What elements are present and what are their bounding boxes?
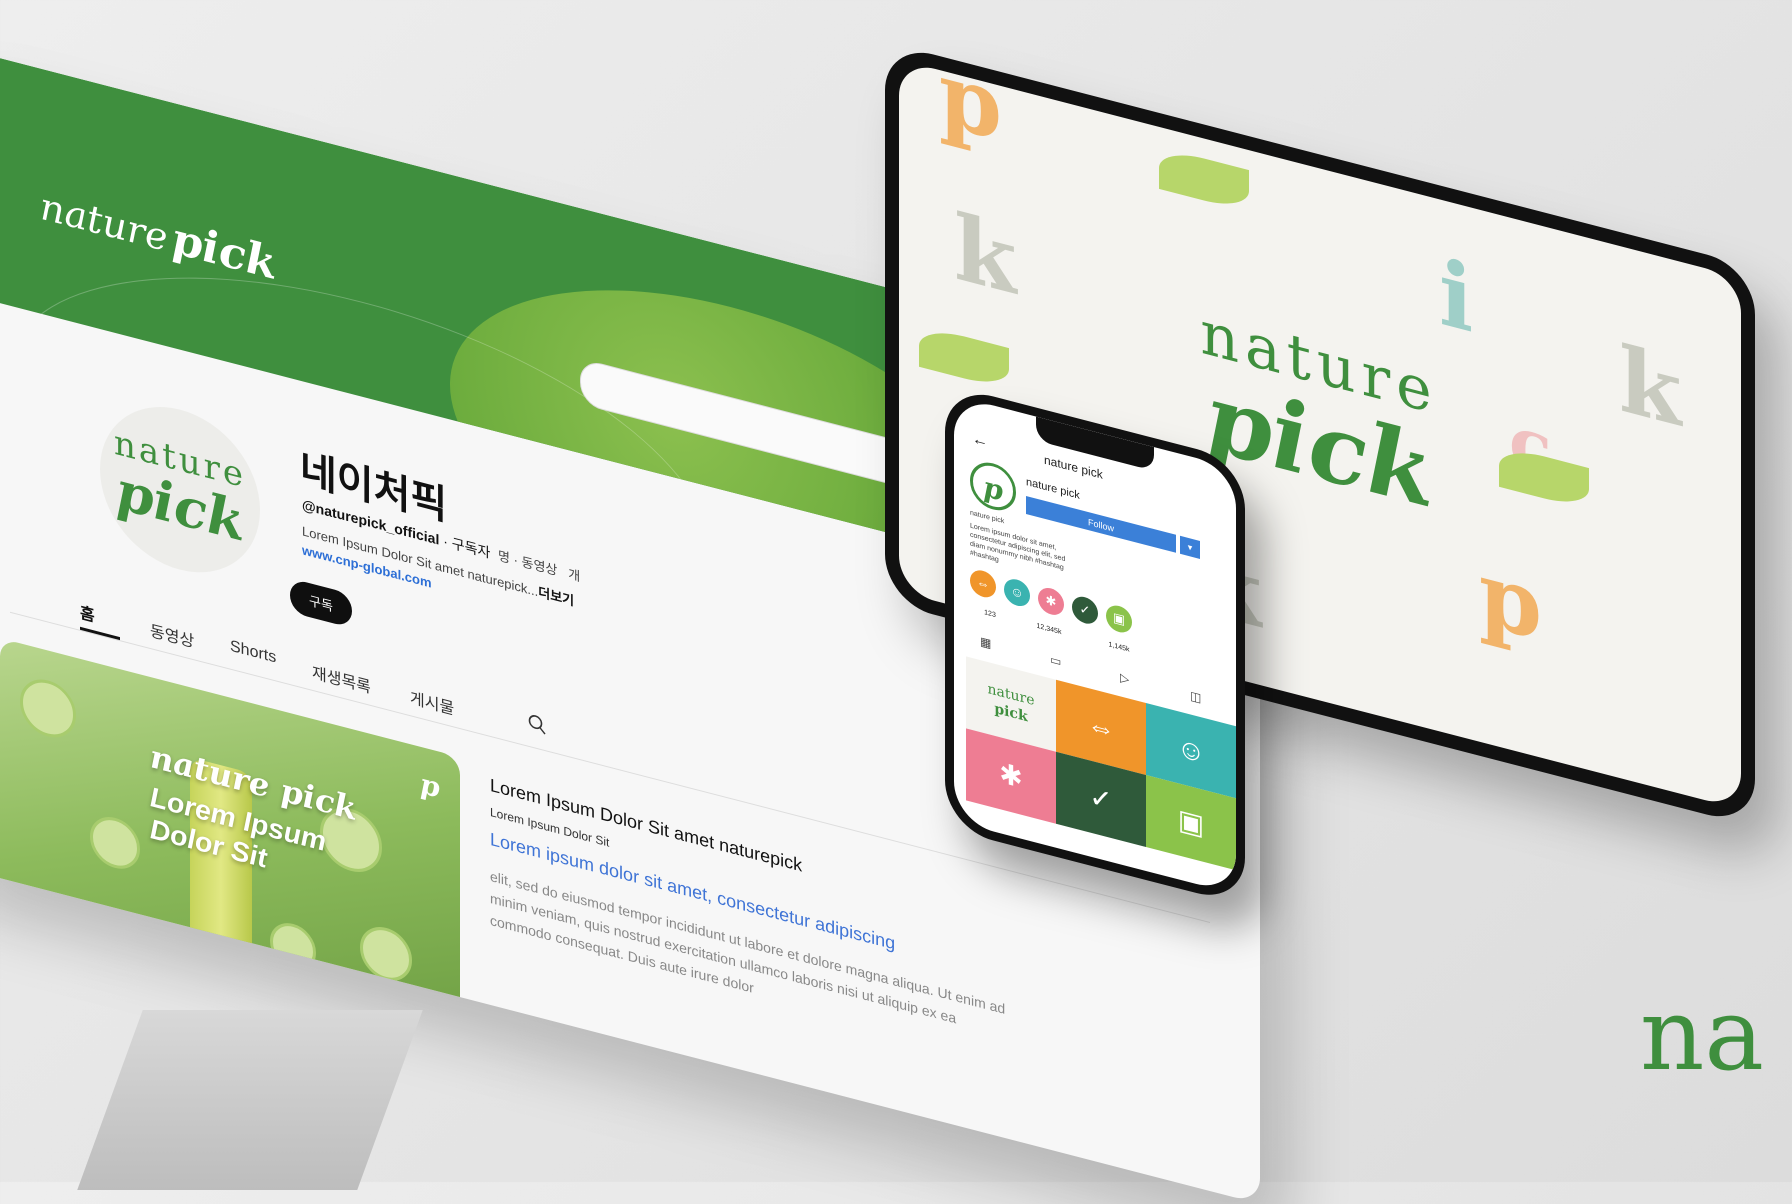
- profile-avatar[interactable]: p: [970, 457, 1016, 516]
- banner-logo: naturepick: [40, 178, 276, 290]
- stat-followers: 12,345k: [1036, 622, 1062, 637]
- leaf-decoration: [919, 324, 1009, 391]
- video-thumbnail[interactable]: nature pick Lorem Ipsum Dolor Sit p: [0, 638, 460, 1038]
- cucumber-slice: [90, 811, 140, 875]
- videos-count-suffix: 개: [568, 566, 581, 585]
- video-description: elit, sed do eiusmod tempor incididunt u…: [490, 867, 1006, 1027]
- more-link[interactable]: 더보기: [538, 584, 574, 608]
- chevron-down-icon[interactable]: ▾: [1180, 535, 1200, 559]
- banner-logo-word1: nature: [40, 183, 168, 261]
- stat-following: 1,145k: [1108, 641, 1130, 654]
- phone-screen: ← nature pick p nature pick Follow ▾ nat…: [954, 395, 1236, 895]
- tab-shorts[interactable]: Shorts: [230, 638, 276, 668]
- pattern-letter: k: [1619, 325, 1682, 448]
- pattern-letter: p: [939, 59, 1002, 163]
- highlight-health-icon[interactable]: ⇔: [970, 567, 996, 601]
- channel-avatar[interactable]: nature pick: [100, 388, 260, 591]
- cucumber-slice: [270, 917, 316, 976]
- active-tab-underline: [80, 626, 120, 641]
- play-icon[interactable]: ▷: [1120, 670, 1129, 686]
- leaf-decoration: [1159, 146, 1249, 213]
- pattern-letter: p: [1479, 539, 1542, 662]
- subscribe-button[interactable]: 구독: [290, 578, 352, 629]
- grid-icon[interactable]: ▦: [980, 634, 991, 651]
- highlight-vegetarian-icon[interactable]: ✓: [1072, 593, 1098, 627]
- reels-icon[interactable]: ▭: [1050, 652, 1061, 669]
- subscribers-label: · 구독자: [443, 532, 491, 561]
- cucumber-slice: [360, 921, 412, 987]
- pattern-letter: k: [954, 193, 1017, 316]
- thumbnail-mark: p: [420, 766, 440, 805]
- phone-device: ← nature pick p nature pick Follow ▾ nat…: [945, 384, 1245, 906]
- profile-title: nature pick: [1044, 452, 1103, 482]
- stat-posts: 123: [984, 609, 996, 620]
- monitor-stand: [77, 1010, 423, 1190]
- tab-videos[interactable]: 동영상: [150, 617, 194, 652]
- tagged-icon[interactable]: ◫: [1190, 688, 1201, 705]
- back-arrow-icon[interactable]: ←: [972, 430, 988, 452]
- search-icon[interactable]: [528, 713, 546, 736]
- highlight-wellness-icon[interactable]: ▣: [1106, 602, 1132, 636]
- pattern-letter: i: [1439, 239, 1474, 355]
- highlight-skin-icon[interactable]: ☺: [1004, 576, 1030, 609]
- highlight-beauty-icon[interactable]: ✱: [1038, 585, 1064, 618]
- tab-posts[interactable]: 게시물: [410, 684, 454, 719]
- brand-wordmark-crop: na: [1640, 976, 1765, 1093]
- cucumber-slice: [20, 673, 76, 744]
- tab-home[interactable]: 홈: [80, 599, 95, 627]
